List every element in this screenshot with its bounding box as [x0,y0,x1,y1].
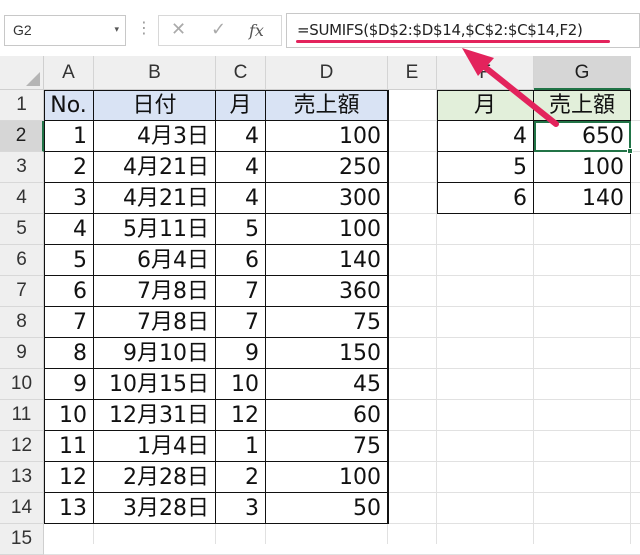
table1-header-cell[interactable]: 月 [216,90,266,121]
table1-cell[interactable]: 1 [44,121,94,152]
row-header-4[interactable]: 4 [0,183,44,214]
table1-header-cell[interactable]: No. [44,90,94,121]
table1-cell[interactable]: 50 [266,493,388,524]
row-header-11[interactable]: 11 [0,400,44,431]
cancel-icon[interactable]: ✕ [171,19,186,40]
table1-cell[interactable]: 1 [216,431,266,462]
column-header-e[interactable]: E [388,56,437,90]
check-icon[interactable]: ✓ [211,19,226,40]
table1-cell[interactable]: 100 [266,121,388,152]
table1-cell[interactable]: 8 [44,338,94,369]
formula-text: =SUMIFS($D$2:$D$14,$C$2:$C$14,F2) [297,21,583,39]
row-header-8[interactable]: 8 [0,307,44,338]
column-header-a[interactable]: A [44,56,94,90]
table2-cell[interactable]: 6 [437,183,534,214]
table1-header-cell[interactable]: 日付 [94,90,216,121]
table1-cell[interactable]: 6月4日 [94,245,216,276]
table1-cell[interactable]: 60 [266,400,388,431]
table1-cell[interactable]: 7月8日 [94,276,216,307]
table1-cell[interactable]: 250 [266,152,388,183]
table1-cell[interactable]: 75 [266,431,388,462]
table1-cell[interactable]: 5月11日 [94,214,216,245]
table1-cell[interactable]: 2月28日 [94,462,216,493]
table1-cell[interactable]: 140 [266,245,388,276]
table1-cell[interactable]: 3月28日 [94,493,216,524]
row-header-2[interactable]: 2 [0,121,44,152]
column-header-b[interactable]: B [94,56,216,90]
insert-function-icon[interactable]: fx [249,21,264,40]
table1-cell[interactable]: 300 [266,183,388,214]
table1-cell[interactable]: 9 [216,338,266,369]
table1-cell[interactable]: 4 [216,183,266,214]
table2-cell[interactable]: 4 [437,121,534,152]
table1-cell[interactable]: 100 [266,214,388,245]
table1-cell[interactable]: 45 [266,369,388,400]
row-header-15[interactable]: 15 [0,524,44,555]
row-header-5[interactable]: 5 [0,214,44,245]
table1-cell[interactable]: 10 [216,369,266,400]
table1-cell[interactable]: 7 [44,307,94,338]
table1-cell[interactable]: 360 [266,276,388,307]
table1-cell[interactable]: 5 [216,214,266,245]
table1-cell[interactable]: 12 [216,400,266,431]
table1-cell[interactable]: 4 [216,152,266,183]
table1-cell[interactable]: 7 [216,307,266,338]
name-box[interactable]: G2 ▾ [4,15,126,46]
row-header-13[interactable]: 13 [0,462,44,493]
table1-cell[interactable]: 6 [44,276,94,307]
column-header-g[interactable]: G [534,56,631,90]
table1-cell[interactable]: 150 [266,338,388,369]
spreadsheet-grid: ABCDEFG 1 2 3 4 5 6 7 8 9 10 11 12 13 14 15 No. 日付月売上額 1… [0,56,640,555]
table1-cell[interactable]: 11 [44,431,94,462]
row-header-10[interactable]: 10 [0,369,44,400]
table1-cell[interactable]: 12月31日 [94,400,216,431]
row-header-3[interactable]: 3 [0,152,44,183]
table1-cell[interactable]: 4 [44,214,94,245]
table2-header-cell[interactable]: 月 [437,90,534,121]
table1-cell[interactable]: 4 [216,121,266,152]
column-header-c[interactable]: C [216,56,266,90]
row-header-14[interactable]: 14 [0,493,44,524]
name-box-value: G2 [13,22,32,38]
table2-cell[interactable]: 5 [437,152,534,183]
table1-cell[interactable]: 75 [266,307,388,338]
formula-buttons: ✕ ✓ fx [158,15,282,46]
table2-header-cell[interactable]: 売上額 [534,90,631,121]
table2-cell[interactable]: 100 [534,152,631,183]
formula-bar: G2 ▾ ⋮ ✕ ✓ fx =SUMIFS($D$2:$D$14,$C$2:$C… [0,0,640,56]
table1-cell[interactable]: 6 [216,245,266,276]
table1-cell[interactable]: 4月21日 [94,152,216,183]
table1-header-cell[interactable]: 売上額 [266,90,388,121]
formula-highlight-underline [296,40,610,43]
table1-cell[interactable]: 2 [44,152,94,183]
table1-cell[interactable]: 10月15日 [94,369,216,400]
table1-cell[interactable]: 2 [216,462,266,493]
row-header-6[interactable]: 6 [0,245,44,276]
table1-cell[interactable]: 12 [44,462,94,493]
vertical-dots-icon: ⋮ [136,18,152,37]
table1-cell[interactable]: 4月3日 [94,121,216,152]
table1-cell[interactable]: 7月8日 [94,307,216,338]
table1-cell[interactable]: 100 [266,462,388,493]
table1-cell[interactable]: 9月10日 [94,338,216,369]
row-header-7[interactable]: 7 [0,276,44,307]
column-header-d[interactable]: D [266,56,388,90]
table1-cell[interactable]: 5 [44,245,94,276]
table1-cell[interactable]: 7 [216,276,266,307]
table2-cell[interactable]: 140 [534,183,631,214]
table1-cell[interactable]: 4月21日 [94,183,216,214]
table2-cell[interactable]: 650 [534,121,631,152]
chevron-down-icon[interactable]: ▾ [114,24,119,35]
row-header-9[interactable]: 9 [0,338,44,369]
column-header-f[interactable]: F [437,56,534,90]
table1-cell[interactable]: 3 [44,183,94,214]
row-header-12[interactable]: 12 [0,431,44,462]
select-all-corner[interactable] [0,56,44,90]
table1-cell[interactable]: 1月4日 [94,431,216,462]
row-header-1[interactable]: 1 [0,90,44,121]
table1-cell[interactable]: 9 [44,369,94,400]
table1-cell[interactable]: 10 [44,400,94,431]
table1-cell[interactable]: 13 [44,493,94,524]
table1-cell[interactable]: 3 [216,493,266,524]
